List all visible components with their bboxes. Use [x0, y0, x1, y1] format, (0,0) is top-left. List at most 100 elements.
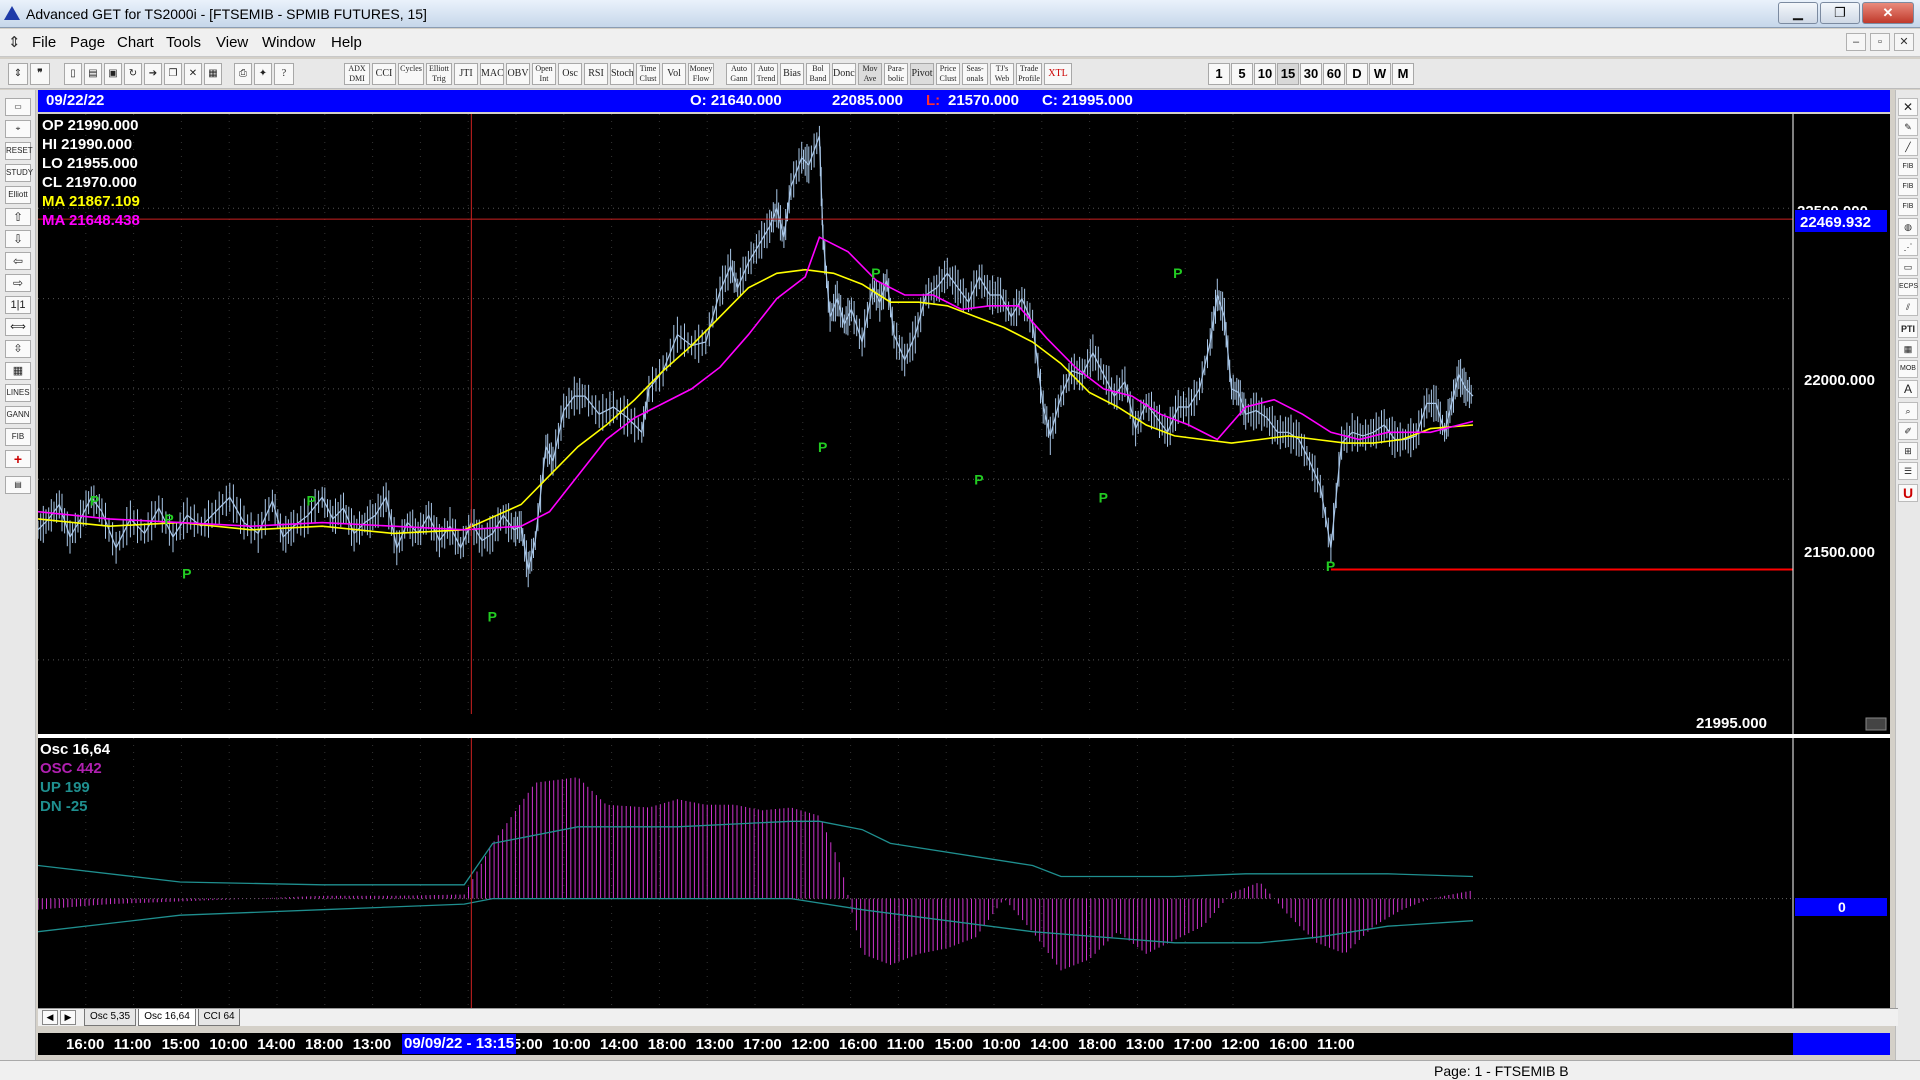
study-button-stoch[interactable]: Stoch	[610, 63, 634, 85]
study-button-rsi[interactable]: RSI	[584, 63, 608, 85]
study-button-xtl[interactable]: XTL	[1044, 63, 1072, 85]
study-button-cci[interactable]: CCI	[372, 63, 396, 85]
close-x-tool-icon[interactable]: ✕	[1898, 98, 1918, 116]
reset-tool-icon[interactable]: RESET	[5, 142, 33, 160]
help-icon[interactable]: ?	[274, 63, 294, 85]
timeframe-button-5[interactable]: 5	[1231, 63, 1253, 85]
maximize-button[interactable]: ❐	[1820, 2, 1860, 24]
study-button-open-int[interactable]: Open Int	[532, 63, 556, 85]
study-button-elliott-trig[interactable]: Elliott Trig	[426, 63, 452, 85]
price-chart-panel[interactable]: PPPPPPPPPPP 22500.000 22000.000 21500.00…	[37, 114, 1890, 734]
mdi-restore-button[interactable]: ▫	[1870, 33, 1890, 51]
grid-r-tool-icon[interactable]: ▦	[1898, 340, 1918, 358]
timeframe-button-10[interactable]: 10	[1254, 63, 1276, 85]
menu-chart[interactable]: Chart	[117, 34, 154, 51]
arrow-down-icon[interactable]: ⇩	[5, 230, 31, 248]
compress-y-icon[interactable]: ⇳	[5, 340, 31, 358]
channel-tool-icon[interactable]: ⫽	[1898, 298, 1918, 316]
study-button-price-clust[interactable]: Price Clust	[936, 63, 960, 85]
gann-tool-icon[interactable]: GANN	[5, 406, 31, 424]
refresh-icon[interactable]: ↻	[124, 63, 142, 85]
trendline-tool-icon[interactable]: ╱	[1898, 138, 1918, 156]
close-button[interactable]: ✕	[1862, 2, 1914, 24]
open-folder-icon[interactable]: ▭	[5, 98, 31, 116]
study-button-osc[interactable]: Osc	[558, 63, 582, 85]
study-tool-icon[interactable]: STUDY	[5, 164, 33, 182]
study-button-macd[interactable]: MACD	[480, 63, 504, 85]
study-button-mov-ave[interactable]: Mov Ave	[858, 63, 882, 85]
study-button-money-flow[interactable]: Money Flow	[688, 63, 714, 85]
timeframe-button-d[interactable]: D	[1346, 63, 1368, 85]
menu-page[interactable]: Page	[70, 34, 105, 51]
panel-settings-icon[interactable]	[1865, 717, 1887, 731]
menu-file[interactable]: File	[32, 34, 56, 51]
tab-osc-5-35[interactable]: Osc 5,35	[84, 1009, 136, 1026]
forward-icon[interactable]: ➔	[144, 63, 162, 85]
text-tool-icon[interactable]: A	[1898, 380, 1918, 398]
list-tool-icon[interactable]: ☰	[1898, 462, 1918, 480]
print-icon[interactable]: ⎙	[234, 63, 252, 85]
tab-prev-button[interactable]: ◀	[42, 1010, 58, 1025]
fib-ret-icon[interactable]: FIB RET	[1898, 158, 1918, 186]
minimize-button[interactable]: ▁	[1778, 2, 1818, 24]
pti-tool-icon[interactable]: PTI	[1898, 320, 1918, 338]
timeframe-button-w[interactable]: W	[1369, 63, 1391, 85]
price-chart[interactable]: PPPPPPPPPPP 22500.000 22000.000 21500.00…	[37, 114, 1890, 734]
study-button-vol[interactable]: Vol	[662, 63, 686, 85]
crosshair-icon[interactable]: +	[5, 450, 31, 468]
quote-icon[interactable]: ❞	[30, 63, 50, 85]
oscillator-panel[interactable]: 0 Osc 16,64 OSC 442 UP 199 DN -25	[37, 738, 1890, 1008]
time-axis[interactable]: 16:0011:0015:0010:0014:0018:0013:00011:0…	[38, 1033, 1890, 1055]
marker-tool-icon[interactable]: ✐	[1898, 422, 1918, 440]
fan-tool-icon[interactable]: ⋰	[1898, 238, 1918, 256]
mdi-close-button[interactable]: ✕	[1894, 33, 1914, 51]
timeframe-button-m[interactable]: M	[1392, 63, 1414, 85]
study-button-auto-gann[interactable]: Auto Gann	[726, 63, 752, 85]
menu-help[interactable]: Help	[331, 34, 362, 51]
fib-tool-icon[interactable]: FIB	[5, 428, 31, 446]
tab-next-button[interactable]: ▶	[60, 1010, 76, 1025]
study-button-para-bolic[interactable]: Para-bolic	[884, 63, 908, 85]
mob-tool-icon[interactable]: MOB	[1898, 360, 1918, 378]
delete-icon[interactable]: ✕	[184, 63, 202, 85]
menu-view[interactable]: View	[216, 34, 248, 51]
study-button-donch[interactable]: Donch	[832, 63, 856, 85]
study-button-obv[interactable]: OBV	[506, 63, 530, 85]
ecps-tool-icon[interactable]: ECPS	[1898, 278, 1918, 296]
open-icon[interactable]: ▤	[84, 63, 102, 85]
clipboard-icon[interactable]: ▤	[5, 476, 31, 494]
study-button-jti[interactable]: JTI	[454, 63, 478, 85]
fib-ext-icon[interactable]: FIB EXT	[1898, 178, 1918, 206]
study-button-cycles[interactable]: Cycles	[398, 63, 424, 85]
timeframe-button-15[interactable]: 15	[1277, 63, 1299, 85]
timeframe-button-30[interactable]: 30	[1300, 63, 1322, 85]
pencil-tool-icon[interactable]: ✎	[1898, 118, 1918, 136]
menu-window[interactable]: Window	[262, 34, 315, 51]
box-tool-icon[interactable]: ▭	[1898, 258, 1918, 276]
compress-x-icon[interactable]: ⟺	[5, 318, 31, 336]
grid-tool-icon[interactable]: ▦	[5, 362, 31, 380]
study-button-adx-dmi[interactable]: ADX DMI	[344, 63, 370, 85]
study-button-bol-band[interactable]: Bol Band	[806, 63, 830, 85]
study-button-trade-profile[interactable]: Trade Profile	[1016, 63, 1042, 85]
bars-tool-icon[interactable]: 1|1	[5, 296, 31, 314]
fib-time-icon[interactable]: FIB TIME	[1898, 198, 1918, 226]
study-button-bias[interactable]: Bias	[780, 63, 804, 85]
u-tool-icon[interactable]: U	[1898, 484, 1918, 502]
study-button-pivot[interactable]: Pivot	[910, 63, 934, 85]
copy-icon[interactable]: ❐	[164, 63, 182, 85]
save-icon[interactable]: ▣	[104, 63, 122, 85]
elliott-tool-icon[interactable]: Elliott	[5, 186, 31, 204]
menu-tools[interactable]: Tools	[166, 34, 201, 51]
study-button-auto-trend[interactable]: Auto Trend	[754, 63, 778, 85]
timeframe-button-60[interactable]: 60	[1323, 63, 1345, 85]
arrow-left-icon[interactable]: ⇦	[5, 252, 31, 270]
chart-doc-icon[interactable]: ⇕	[8, 33, 21, 51]
pointer-icon[interactable]: ⇕	[8, 63, 28, 85]
arrow-right-icon[interactable]: ⇨	[5, 274, 31, 292]
cursor-tool-icon[interactable]: ⌖	[5, 120, 31, 138]
lines-tool-icon[interactable]: LINES	[5, 384, 31, 402]
study-button-seas-onals[interactable]: Seas-onals	[962, 63, 988, 85]
oscillator-chart[interactable]: 0	[37, 738, 1890, 1008]
arrow-up-icon[interactable]: ⇧	[5, 208, 31, 226]
